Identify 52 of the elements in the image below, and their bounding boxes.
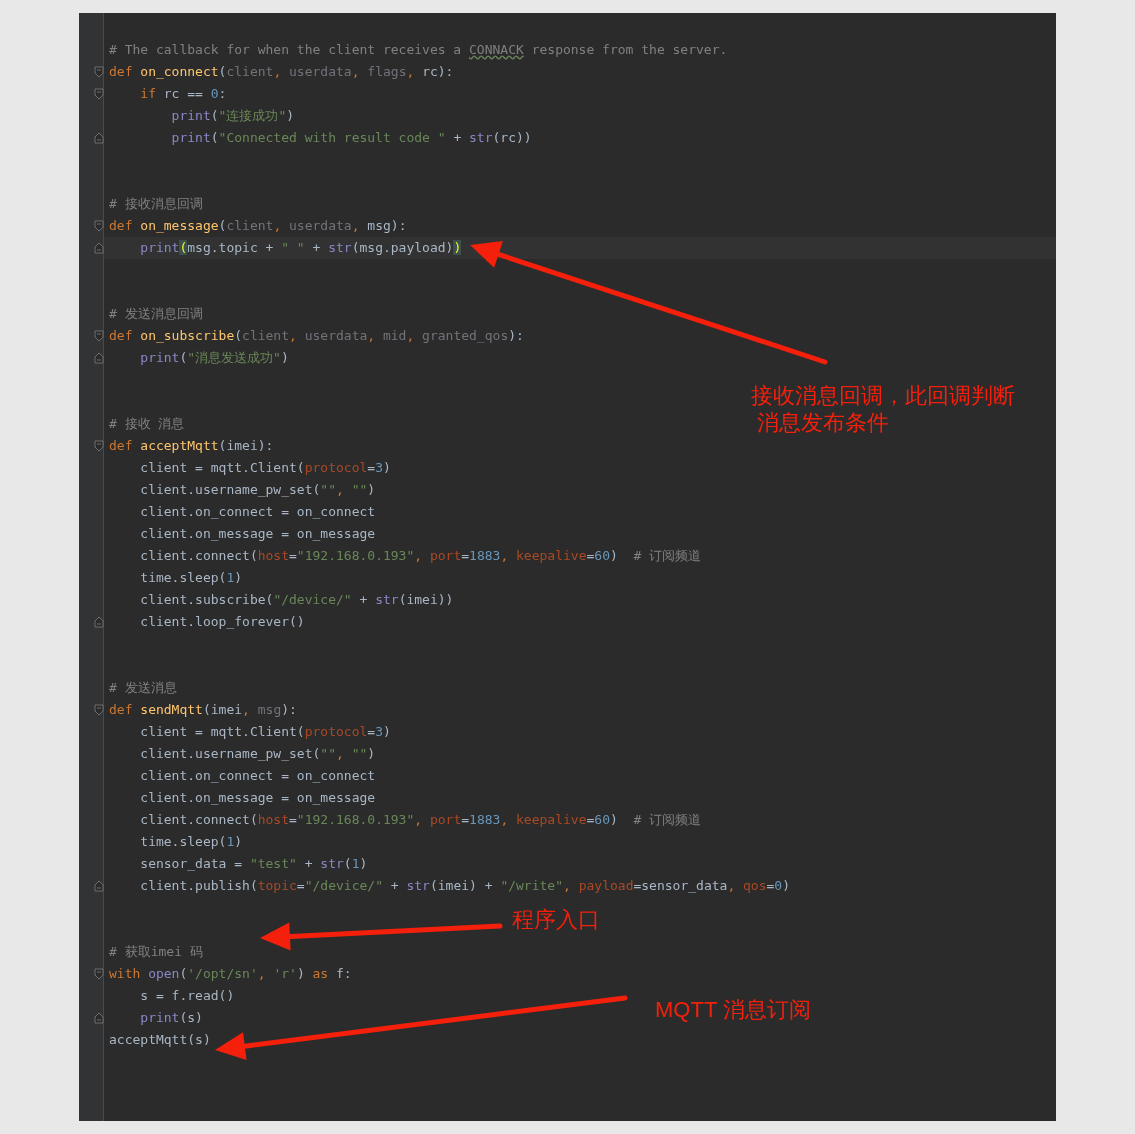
- code-line: def acceptMqtt(imei):: [109, 437, 274, 455]
- code-line: def on_connect(client, userdata, flags, rc):: [109, 63, 454, 81]
- code-line: client.on_connect = on_connect: [139, 503, 376, 521]
- code-line: if rc == 0:: [139, 85, 227, 103]
- fold-icon[interactable]: [94, 242, 104, 254]
- code-line: time.sleep(1): [139, 569, 243, 587]
- fold-icon[interactable]: [94, 66, 104, 78]
- code-line: client.on_message = on_message: [139, 789, 376, 807]
- code-line: client.connect(host="192.168.0.193", port=1883, keepalive=60) # 订阅频道: [139, 811, 702, 829]
- code-line: print(msg.topic + " " + str(msg.payload)): [139, 239, 462, 257]
- code-line: print("消息发送成功"): [139, 349, 289, 367]
- code-line: acceptMqtt(s): [109, 1031, 211, 1049]
- fold-icon[interactable]: [94, 330, 104, 342]
- fold-icon[interactable]: [94, 880, 104, 892]
- annotation-text: 程序入口: [512, 906, 600, 933]
- code-line: # 获取imei 码: [109, 943, 203, 961]
- code-line: client.on_message = on_message: [139, 525, 376, 543]
- code-line: print(s): [139, 1009, 203, 1027]
- code-line: client.username_pw_set("", ""): [139, 481, 376, 499]
- code-line: def sendMqtt(imei, msg):: [109, 701, 297, 719]
- fold-icon[interactable]: [94, 968, 104, 980]
- fold-icon[interactable]: [94, 1012, 104, 1024]
- code-line: client.username_pw_set("", ""): [139, 745, 376, 763]
- code-line: # 发送消息回调: [109, 305, 203, 323]
- code-line: with open('/opt/sn', 'r') as f:: [109, 965, 352, 983]
- fold-icon[interactable]: [94, 132, 104, 144]
- code-line: # 接收 消息: [109, 415, 185, 433]
- code-line: sensor_data = "test" + str(1): [139, 855, 368, 873]
- code-line: s = f.read(): [139, 987, 235, 1005]
- code-line: def on_subscribe(client, userdata, mid, granted_qos):: [109, 327, 524, 345]
- annotation-text: MQTT 消息订阅: [655, 996, 812, 1023]
- code-line: time.sleep(1): [139, 833, 243, 851]
- code-line: client.publish(topic="/device/" + str(imei) + "/write", payload=sensor_data, qos=0): [139, 877, 790, 895]
- code-line: client.loop_forever(): [139, 613, 305, 631]
- fold-icon[interactable]: [94, 88, 104, 100]
- code-line: # 发送消息: [109, 679, 177, 697]
- code-line: client.subscribe("/device/" + str(imei)): [139, 591, 454, 609]
- fold-icon[interactable]: [94, 440, 104, 452]
- code-line: client.on_connect = on_connect: [139, 767, 376, 785]
- code-line: print("连接成功"): [170, 107, 295, 125]
- code-line: client = mqtt.Client(protocol=3): [139, 459, 391, 477]
- fold-icon[interactable]: [94, 220, 104, 232]
- fold-icon[interactable]: [94, 352, 104, 364]
- code-line: print("Connected with result code " + str(rc)): [170, 129, 532, 147]
- code-line: client.connect(host="192.168.0.193", port=1883, keepalive=60) # 订阅频道: [139, 547, 702, 565]
- fold-icon[interactable]: [94, 616, 104, 628]
- annotation-text: 接收消息回调，此回调判断 消息发布条件: [751, 382, 1015, 436]
- code-line: def on_message(client, userdata, msg):: [109, 217, 407, 235]
- code-line: # 接收消息回调: [109, 195, 203, 213]
- code-line: # The callback for when the client receives a CONNACK response from the server.: [109, 41, 728, 59]
- code-line: client = mqtt.Client(protocol=3): [139, 723, 391, 741]
- fold-icon[interactable]: [94, 704, 104, 716]
